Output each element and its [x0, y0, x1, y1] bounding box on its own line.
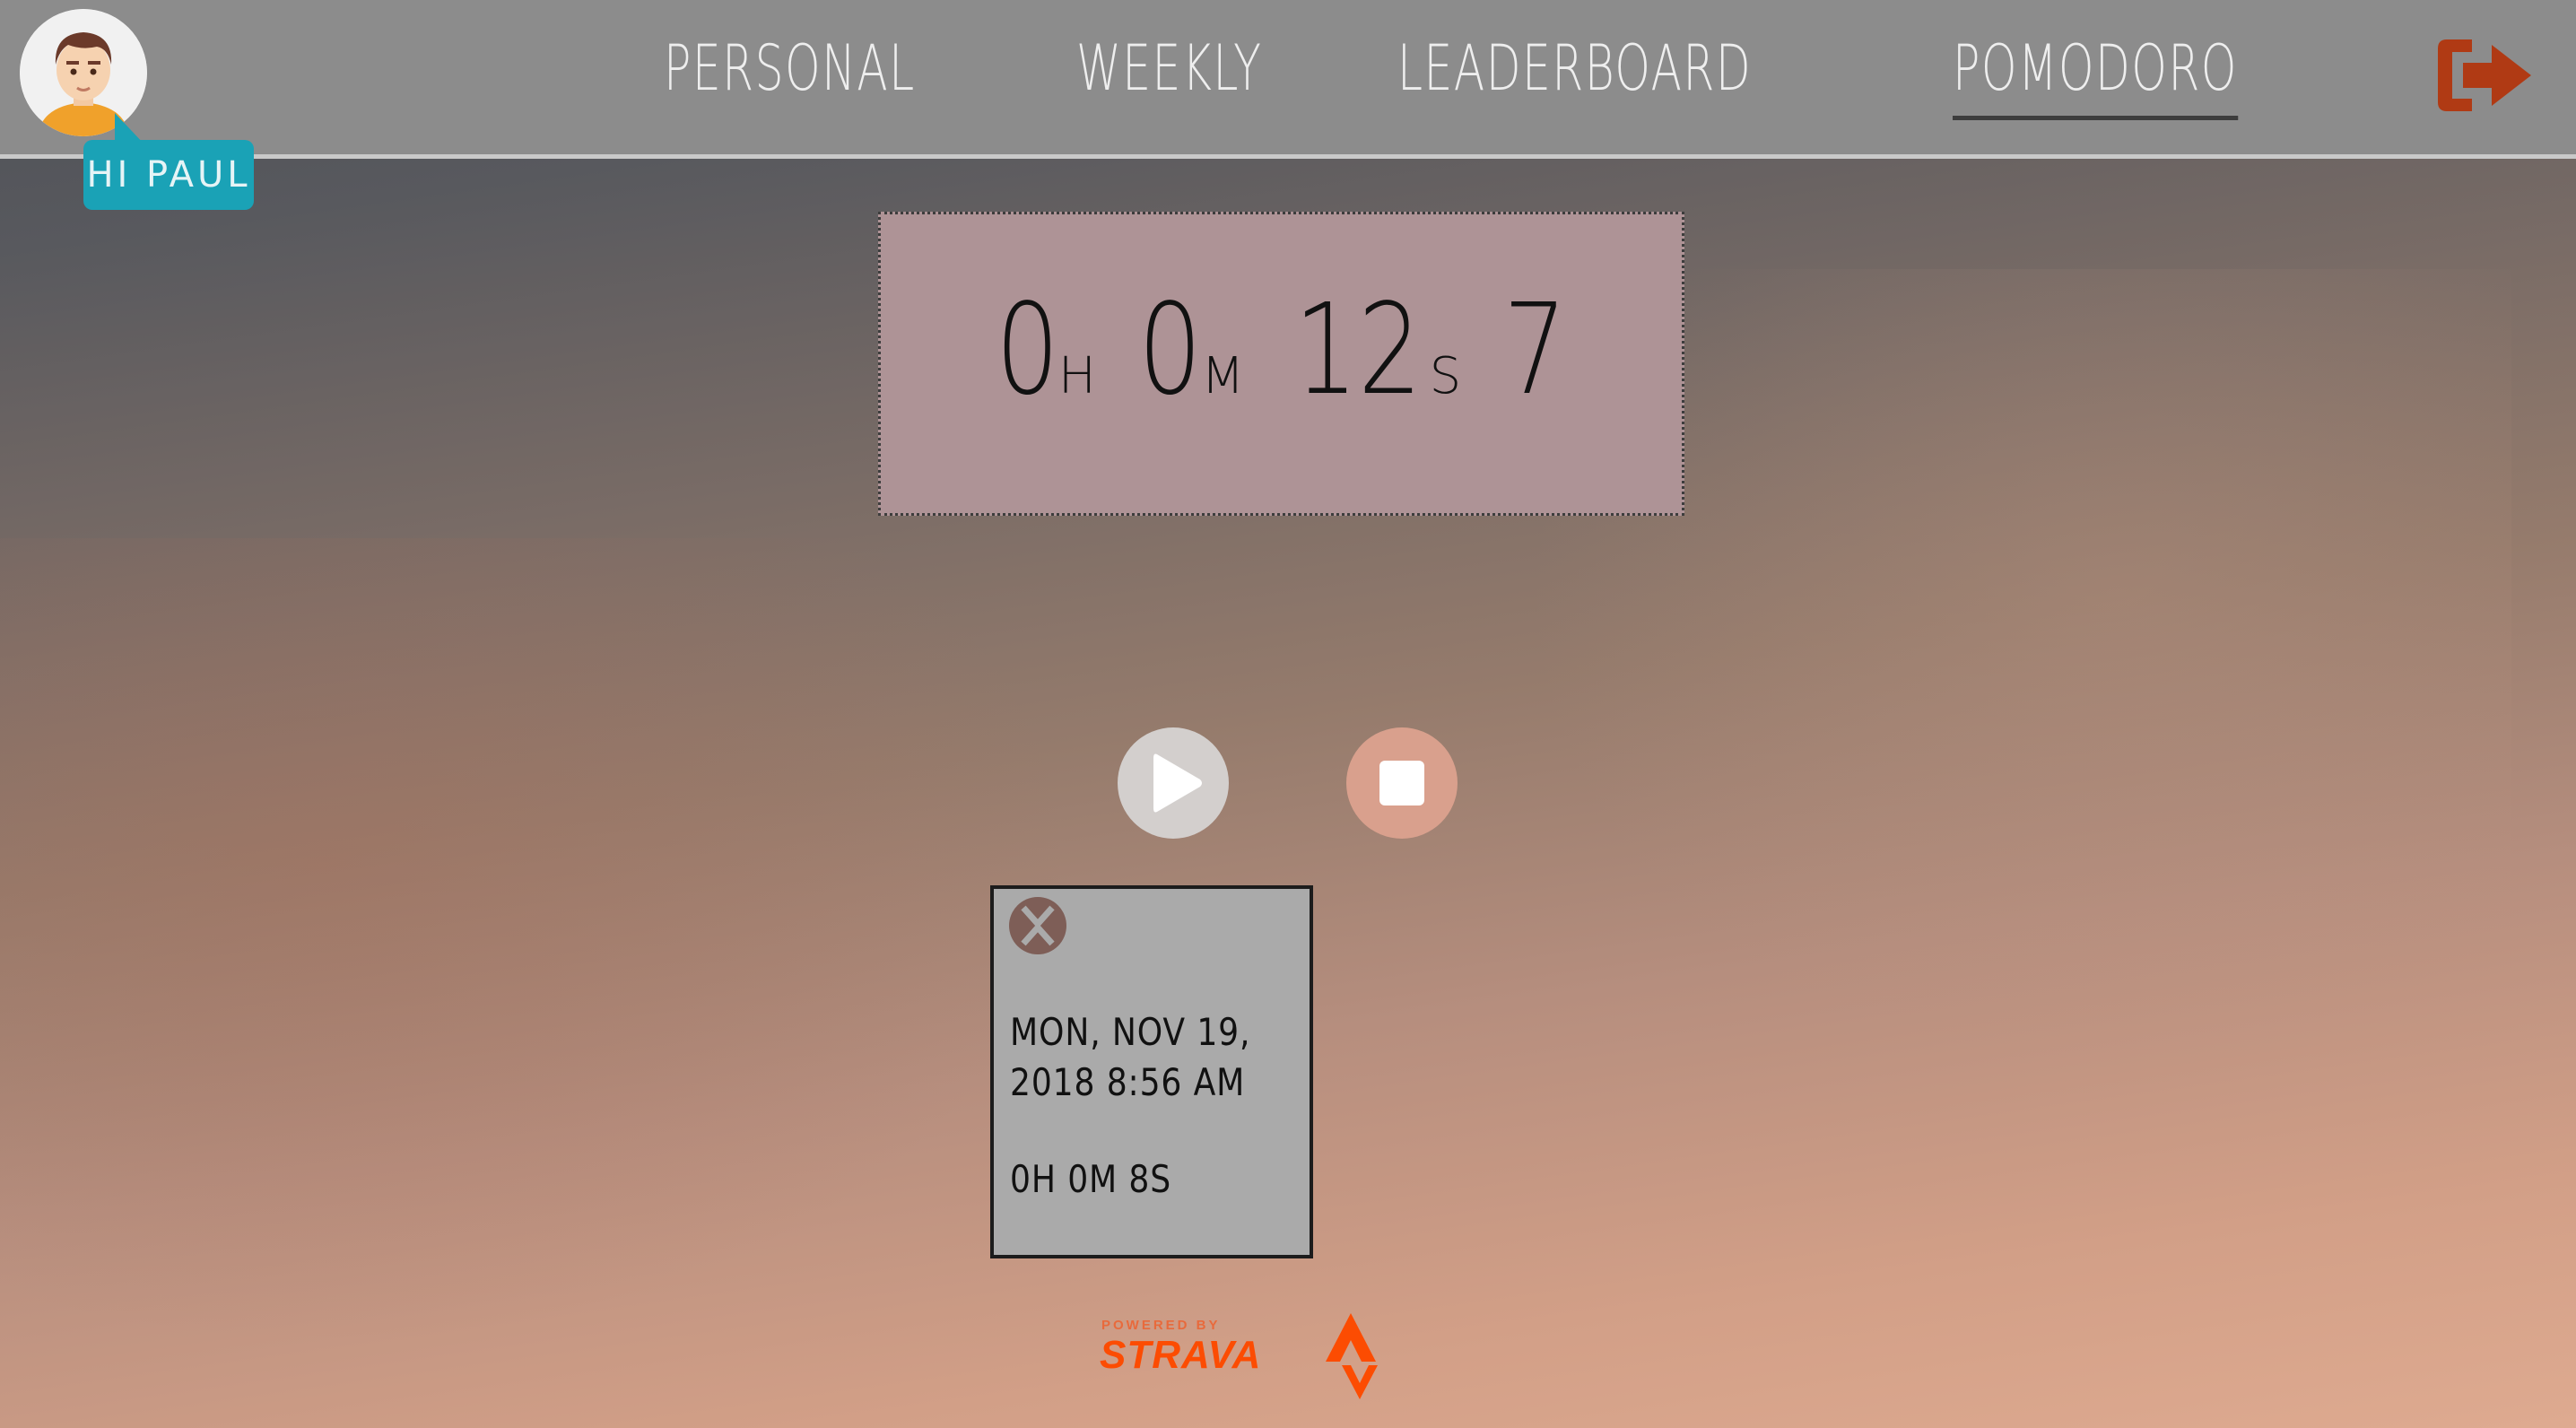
timer-minutes: 0: [1137, 277, 1203, 423]
timer-minutes-unit: M: [1201, 347, 1245, 405]
top-bar: PERSONAL WEEKLY LEADERBOARD POMODORO: [0, 0, 2576, 159]
session-date: MON, NOV 19, 2018 8:56 AM: [1010, 1010, 1251, 1104]
session-card: MON, NOV 19, 2018 8:56 AM 0H 0M 8S: [990, 885, 1313, 1258]
logout-icon[interactable]: [2432, 34, 2537, 117]
timer-hours-unit: H: [1057, 347, 1096, 405]
timer-display: 0 H 0 M 12 S 7: [878, 212, 1684, 516]
strava-wordmark: STRAVA: [1100, 1333, 1261, 1377]
stop-button[interactable]: [1346, 727, 1458, 839]
stop-icon: [1379, 761, 1424, 805]
close-circle-icon[interactable]: [1007, 895, 1068, 956]
tab-leaderboard[interactable]: LEADERBOARD: [1397, 25, 1752, 111]
timer-extra: 7: [1503, 277, 1568, 423]
strava-chevron-icon: [1342, 1365, 1378, 1399]
greeting-bubble: HI PAUL: [83, 140, 254, 210]
play-button[interactable]: [1118, 727, 1229, 839]
strava-chevron-icon: [1326, 1313, 1376, 1362]
tab-weekly[interactable]: WEEKLY: [1076, 25, 1262, 111]
tab-personal[interactable]: PERSONAL: [664, 25, 916, 111]
main-nav: PERSONAL WEEKLY LEADERBOARD POMODORO: [664, 25, 2348, 120]
timer-seconds-unit: S: [1429, 347, 1462, 405]
session-duration: 0H 0M 8S: [1010, 1157, 1172, 1201]
timer-hours: 0: [995, 277, 1059, 423]
strava-logo[interactable]: POWERED BY STRAVA: [1100, 1311, 1414, 1401]
powered-by-text: POWERED BY: [1101, 1318, 1221, 1333]
tab-pomodoro[interactable]: POMODORO: [1952, 25, 2238, 120]
background-glow: [0, 538, 1076, 1345]
timer-seconds: 12: [1294, 277, 1423, 423]
play-icon: [1153, 753, 1202, 813]
